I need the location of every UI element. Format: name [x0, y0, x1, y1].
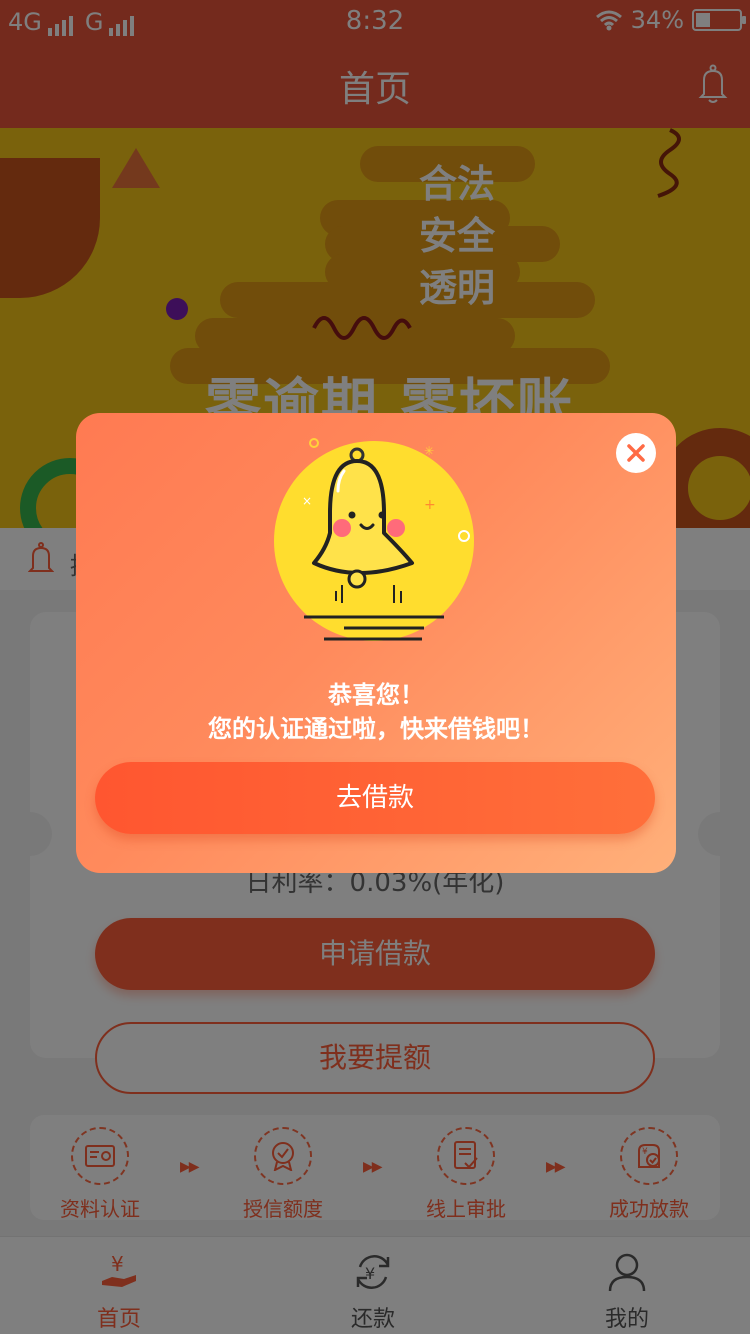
close-button[interactable]	[616, 433, 656, 473]
close-icon	[627, 444, 645, 462]
svg-text:✳: ✳	[424, 444, 434, 458]
dialog-message: 您的认证通过啦，快来借钱吧！	[208, 715, 544, 743]
svg-text:×: ×	[302, 494, 312, 508]
dialog-title: 恭喜您！	[328, 681, 424, 709]
go-borrow-button[interactable]: 去借款	[95, 762, 655, 834]
svg-text:+: +	[424, 497, 436, 513]
smiling-bell-icon: ✳ + ×	[274, 438, 474, 641]
success-dialog: ✳ + × 恭喜您！ 您的认证通过啦，快来借钱吧！ 去借款	[76, 413, 676, 873]
